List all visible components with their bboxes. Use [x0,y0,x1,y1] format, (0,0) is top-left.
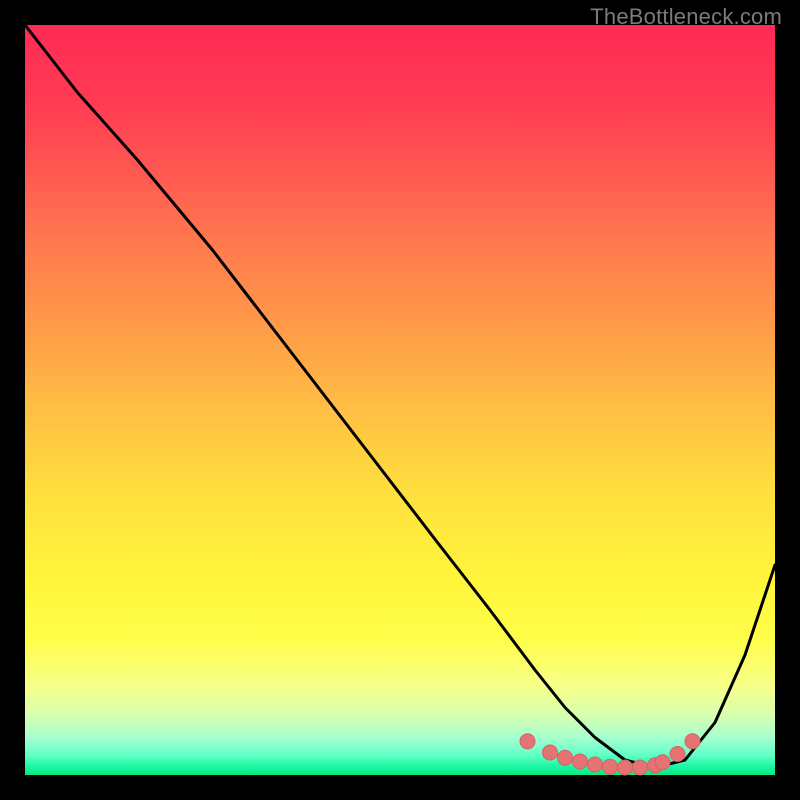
optimal-marker-icon [603,759,618,774]
optimal-marker-icon [633,760,648,775]
optimal-marker-icon [558,750,573,765]
optimal-marker-icon [588,757,603,772]
outer-frame: TheBottleneck.com [0,0,800,800]
optimal-marker-icon [520,734,535,749]
optimal-marker-icon [655,755,670,770]
optimal-zone-markers [520,734,700,775]
bottleneck-curve-path [25,25,775,768]
chart-svg [25,25,775,775]
optimal-marker-icon [685,734,700,749]
optimal-marker-icon [670,747,685,762]
optimal-marker-icon [543,745,558,760]
optimal-marker-icon [618,760,633,775]
gradient-plot-area [25,25,775,775]
optimal-marker-icon [573,754,588,769]
